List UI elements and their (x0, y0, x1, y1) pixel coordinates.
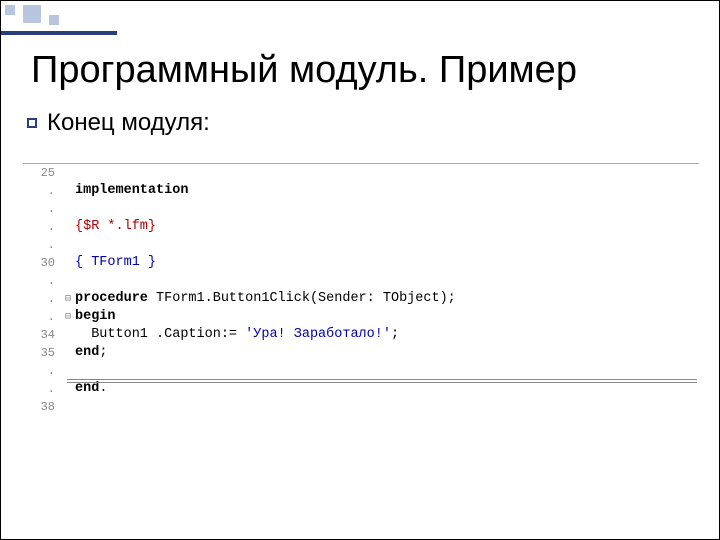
fold-marker (61, 182, 75, 200)
line-number: 38 (23, 398, 61, 416)
fold-marker (61, 200, 75, 218)
code-line: 38 (23, 398, 699, 416)
fold-marker (61, 326, 75, 344)
line-number: 25 (23, 164, 61, 182)
code-text (75, 200, 699, 218)
fold-marker (61, 218, 75, 236)
line-number: . (23, 236, 61, 254)
code-line: . {$R *.lfm} (23, 218, 699, 236)
slide-subtitle: Конец модуля: (47, 109, 210, 137)
fold-marker (61, 344, 75, 362)
line-number: . (23, 200, 61, 218)
line-number: . (23, 290, 61, 308)
code-line: 30 { TForm1 } (23, 254, 699, 272)
code-text: end; (75, 344, 699, 362)
line-number: . (23, 380, 61, 398)
line-number: 30 (23, 254, 61, 272)
code-text: implementation (75, 182, 699, 200)
slide-subtitle-row: Конец модуля: (27, 109, 210, 137)
underline-decoration (67, 382, 697, 383)
slide: Программный модуль. Пример Конец модуля:… (0, 0, 720, 540)
code-text: { TForm1 } (75, 254, 699, 272)
fold-marker (61, 398, 75, 416)
code-line: . implementation (23, 182, 699, 200)
code-text: {$R *.lfm} (75, 218, 699, 236)
code-block: 25 . implementation . . {$R *.lfm} . (23, 163, 699, 416)
underline-decoration (67, 379, 697, 380)
code-line: 25 (23, 164, 699, 182)
line-number: . (23, 308, 61, 326)
code-line: . (23, 362, 699, 380)
fold-marker (61, 254, 75, 272)
code-line: 35 end; (23, 344, 699, 362)
fold-marker (61, 164, 75, 182)
code-line: . (23, 272, 699, 290)
bullet-icon (27, 118, 37, 128)
corner-decoration (1, 1, 121, 37)
line-number: . (23, 362, 61, 380)
line-number: 35 (23, 344, 61, 362)
fold-marker (61, 236, 75, 254)
code-text (75, 398, 699, 416)
code-text: procedure TForm1.Button1Click(Sender: TO… (75, 290, 699, 308)
code-text (75, 362, 699, 380)
code-line: . (23, 236, 699, 254)
code-line: . ⊟ procedure TForm1.Button1Click(Sender… (23, 290, 699, 308)
code-text: Button1 .Caption:= 'Ура! Заработало!'; (75, 326, 699, 344)
code-text (75, 236, 699, 254)
code-line: 34 Button1 .Caption:= 'Ура! Заработало!'… (23, 326, 699, 344)
line-number: . (23, 272, 61, 290)
line-number: . (23, 182, 61, 200)
code-line: . (23, 200, 699, 218)
fold-marker: ⊟ (61, 290, 75, 308)
slide-title: Программный модуль. Пример (31, 49, 577, 92)
code-text (75, 164, 699, 182)
fold-marker (61, 362, 75, 380)
code-text (75, 272, 699, 290)
fold-marker (61, 272, 75, 290)
code-text: begin (75, 308, 699, 326)
line-number: . (23, 218, 61, 236)
line-number: 34 (23, 326, 61, 344)
code-line: . ⊟ begin (23, 308, 699, 326)
fold-marker: ⊟ (61, 308, 75, 326)
